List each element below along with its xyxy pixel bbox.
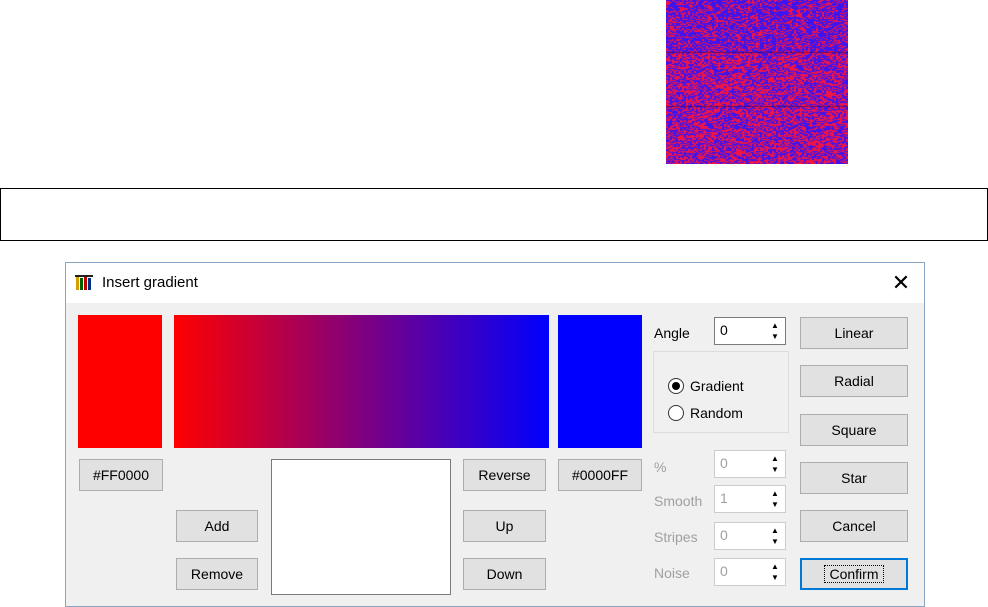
gradient-bar[interactable]: [174, 315, 549, 448]
gradient-app-icon: [75, 275, 93, 290]
spin-up-icon[interactable]: ▲: [767, 561, 783, 572]
spin-down-icon[interactable]: ▼: [767, 331, 783, 342]
start-color-swatch[interactable]: [78, 315, 162, 448]
linear-button[interactable]: Linear: [800, 317, 908, 349]
radio-button-selected[interactable]: [668, 378, 684, 394]
percent-label: %: [654, 459, 667, 475]
cancel-button[interactable]: Cancel: [800, 510, 908, 542]
radio-dot: [672, 382, 680, 390]
spin-up-icon[interactable]: ▲: [767, 320, 783, 331]
spinner-arrows: ▲ ▼: [767, 320, 783, 342]
star-button[interactable]: Star: [800, 462, 908, 494]
smooth-spinner[interactable]: 1 ▲ ▼: [714, 485, 786, 513]
gradient-preview-image: [666, 0, 848, 164]
smooth-value: 1: [720, 490, 728, 506]
percent-spinner[interactable]: 0 ▲ ▼: [714, 450, 786, 478]
radio-gradient-label: Gradient: [690, 378, 744, 394]
title-bar: Insert gradient ✕: [66, 263, 924, 303]
angle-label: Angle: [654, 325, 690, 341]
close-icon[interactable]: ✕: [888, 270, 914, 296]
noise-value: 0: [720, 563, 728, 579]
percent-value: 0: [720, 455, 728, 471]
mode-group: Gradient Random: [653, 351, 789, 433]
radio-gradient[interactable]: Gradient: [668, 377, 783, 397]
radio-random-label: Random: [690, 405, 743, 421]
confirm-button-label: Confirm: [824, 565, 884, 583]
noise-spinner[interactable]: 0 ▲ ▼: [714, 558, 786, 586]
spin-down-icon[interactable]: ▼: [767, 499, 783, 510]
status-box: [0, 188, 988, 241]
spin-up-icon[interactable]: ▲: [767, 525, 783, 536]
dialog-title: Insert gradient: [102, 274, 198, 291]
radio-button[interactable]: [668, 405, 684, 421]
end-color-swatch[interactable]: [558, 315, 642, 448]
square-button[interactable]: Square: [800, 414, 908, 446]
spinner-arrows: ▲ ▼: [767, 453, 783, 475]
smooth-label: Smooth: [654, 493, 703, 509]
spin-down-icon[interactable]: ▼: [767, 536, 783, 547]
end-color-button[interactable]: #0000FF: [558, 459, 642, 491]
reverse-button[interactable]: Reverse: [463, 459, 546, 491]
down-button[interactable]: Down: [463, 558, 546, 590]
radio-random[interactable]: Random: [668, 404, 783, 424]
noise-label: Noise: [654, 565, 690, 581]
radial-button[interactable]: Radial: [800, 365, 908, 397]
stripes-spinner[interactable]: 0 ▲ ▼: [714, 522, 786, 550]
spin-down-icon[interactable]: ▼: [767, 572, 783, 583]
spinner-arrows: ▲ ▼: [767, 488, 783, 510]
insert-gradient-dialog: Insert gradient ✕ #FF0000 #0000FF Add Re…: [65, 262, 925, 607]
angle-value: 0: [720, 322, 728, 338]
add-button[interactable]: Add: [176, 510, 258, 542]
confirm-button[interactable]: Confirm: [800, 558, 908, 590]
spin-up-icon[interactable]: ▲: [767, 453, 783, 464]
stripes-label: Stripes: [654, 529, 698, 545]
spinner-arrows: ▲ ▼: [767, 561, 783, 583]
angle-spinner[interactable]: 0 ▲ ▼: [714, 317, 786, 345]
start-color-button[interactable]: #FF0000: [79, 459, 163, 491]
spin-up-icon[interactable]: ▲: [767, 488, 783, 499]
stripes-value: 0: [720, 527, 728, 543]
up-button[interactable]: Up: [463, 510, 546, 542]
spin-down-icon[interactable]: ▼: [767, 464, 783, 475]
spinner-arrows: ▲ ▼: [767, 525, 783, 547]
color-stop-list[interactable]: [271, 459, 451, 595]
remove-button[interactable]: Remove: [176, 558, 258, 590]
